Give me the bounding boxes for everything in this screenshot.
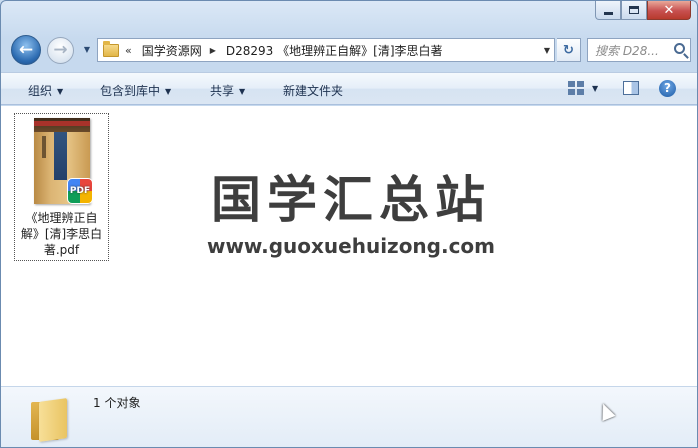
view-icon (577, 89, 584, 95)
caption-buttons: ✕ (595, 1, 691, 21)
watermark: 国学汇总站 www.guoxuehuizong.com (191, 172, 511, 258)
breadcrumb-separator-icon[interactable]: ▶ (210, 46, 216, 55)
close-button[interactable]: ✕ (647, 1, 691, 20)
view-icon (568, 89, 575, 95)
pdf-file-icon: PDF (67, 178, 93, 204)
recent-pages-button[interactable]: ▼ (81, 44, 93, 56)
pdf-badge-label: PDF (69, 186, 91, 196)
address-dropdown-button[interactable]: ▼ (544, 46, 550, 55)
organize-menu[interactable]: 组织 ▼ (28, 82, 63, 99)
arrow-left-icon: ← (18, 39, 34, 60)
preview-pane-button[interactable] (623, 81, 639, 95)
file-item-pdf[interactable]: PDF 《地理辨正自解》[清]李思白著.pdf (14, 113, 109, 261)
search-icon[interactable] (674, 43, 685, 54)
change-view-button[interactable] (568, 81, 584, 95)
mouse-cursor-icon (596, 400, 616, 422)
arrow-right-icon: → (53, 40, 68, 60)
maximize-button[interactable] (621, 1, 647, 20)
command-bar: 组织 ▼ 包含到库中 ▼ 共享 ▼ 新建文件夹 ▼ ? (1, 72, 697, 105)
back-button[interactable]: ← (11, 35, 41, 65)
search-input[interactable]: 搜索 D28... (595, 42, 669, 59)
cover-title-strip (54, 132, 67, 180)
new-folder-button[interactable]: 新建文件夹 (283, 82, 343, 99)
item-count-label: 1 个对象 (93, 396, 141, 410)
minimize-icon (603, 11, 613, 15)
folder-front (39, 398, 67, 442)
file-list[interactable]: PDF 《地理辨正自解》[清]李思白著.pdf 国学汇总站 www.guoxue… (1, 106, 697, 386)
breadcrumb-item-root[interactable]: 国学资源网 (142, 42, 202, 59)
maximize-icon (629, 6, 639, 14)
navigation-bar: ← → ▼ « 国学资源网 ▶ D28293 《地理辨正自解》[清]李思白著 ▼… (1, 35, 697, 65)
folder-icon (103, 40, 119, 57)
view-icon (577, 81, 584, 87)
refresh-button[interactable]: ↻ (557, 38, 581, 62)
details-pane: 1 个对象 (1, 386, 697, 447)
include-library-label: 包含到库中 (100, 84, 161, 98)
help-button[interactable]: ? (659, 80, 676, 97)
file-name-label[interactable]: 《地理辨正自解》[清]李思白著.pdf (17, 210, 106, 258)
view-icon (568, 81, 575, 87)
cover-stripe (34, 121, 90, 126)
view-options-dropdown[interactable]: ▼ (592, 84, 598, 93)
cover-label (42, 136, 46, 158)
organize-label: 组织 (28, 84, 53, 98)
breadcrumb-item-current[interactable]: D28293 《地理辨正自解》[清]李思白著 (226, 42, 443, 59)
breadcrumb-overflow-button[interactable]: « (125, 44, 132, 57)
search-box[interactable]: 搜索 D28... (587, 38, 691, 62)
folder-icon (31, 398, 69, 442)
chevron-down-icon: ▼ (239, 87, 246, 96)
include-in-library-menu[interactable]: 包含到库中 ▼ (100, 82, 171, 99)
refresh-icon: ↻ (563, 42, 574, 58)
watermark-title: 国学汇总站 (211, 171, 491, 229)
chevron-down-icon: ▼ (165, 87, 172, 96)
chevron-down-icon: ▼ (57, 87, 64, 96)
forward-button[interactable]: → (47, 37, 74, 64)
share-menu[interactable]: 共享 ▼ (210, 82, 245, 99)
explorer-window: ✕ ← → ▼ « 国学资源网 ▶ D28293 《地理辨正自解》[清]李思白著… (0, 0, 698, 448)
minimize-button[interactable] (595, 1, 621, 20)
share-label: 共享 (210, 84, 235, 98)
watermark-url: www.guoxuehuizong.com (206, 234, 496, 258)
close-icon: ✕ (663, 2, 675, 18)
address-bar[interactable]: « 国学资源网 ▶ D28293 《地理辨正自解》[清]李思白著 ▼ (97, 38, 555, 62)
